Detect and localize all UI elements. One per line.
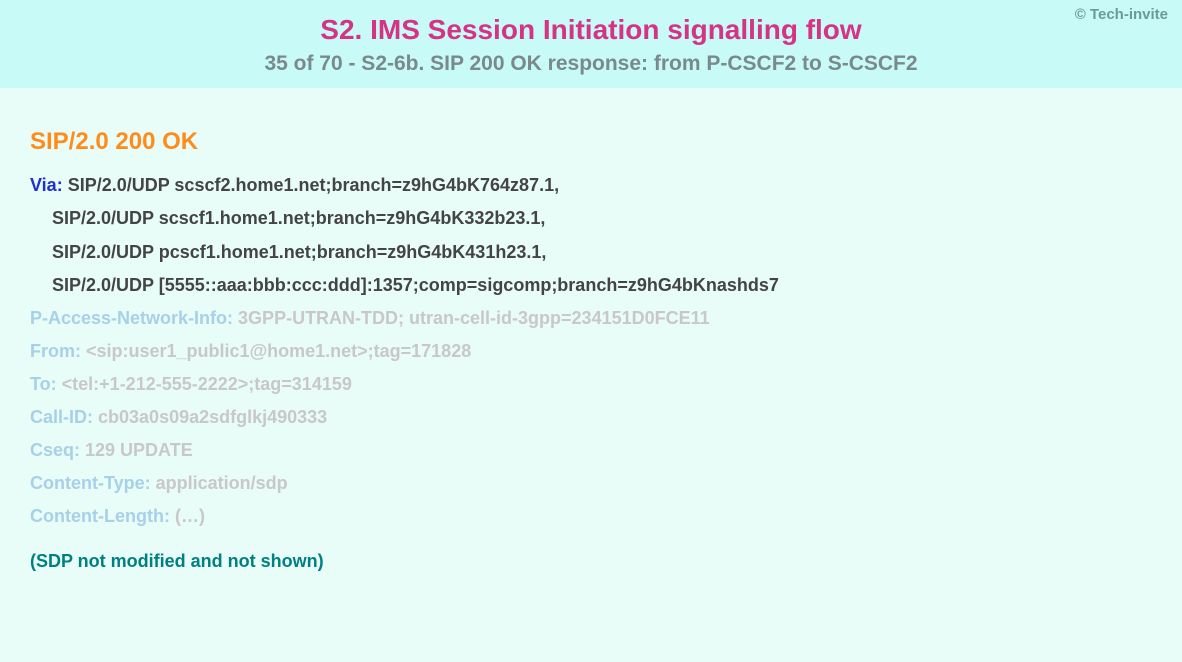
ctype-header-line: Content-Type: application/sdp xyxy=(30,473,1152,494)
callid-header-line: Call-ID: cb03a0s09a2sdfglkj490333 xyxy=(30,407,1152,428)
page-title: S2. IMS Session Initiation signalling fl… xyxy=(20,14,1162,46)
cseq-header-name: Cseq xyxy=(30,440,74,460)
sip-status-line: SIP/2.0 200 OK xyxy=(30,128,1152,156)
sip-message-block: SIP/2.0 200 OK Via: SIP/2.0/UDP scscf2.h… xyxy=(0,88,1182,592)
pani-header-name: P-Access-Network-Info xyxy=(30,308,227,328)
from-header-val: <sip:user1_public1@home1.net>;tag=171828 xyxy=(86,341,471,361)
sdp-note: (SDP not modified and not shown) xyxy=(30,551,1152,572)
ctype-header-name: Content-Type xyxy=(30,473,145,493)
pani-header-sep: : xyxy=(227,308,238,328)
via-header-sep: : xyxy=(57,175,68,195)
copyright-text: © Tech-invite xyxy=(1075,6,1168,23)
header-bar: © Tech-invite S2. IMS Session Initiation… xyxy=(0,0,1182,88)
ctype-header-sep: : xyxy=(145,473,156,493)
ctype-header-val: application/sdp xyxy=(156,473,288,493)
page-subtitle: 35 of 70 - S2-6b. SIP 200 OK response: f… xyxy=(20,52,1162,76)
via-header-line: Via: SIP/2.0/UDP scscf2.home1.net;branch… xyxy=(30,174,1152,197)
clen-header-name: Content-Length xyxy=(30,506,164,526)
pani-header-line: P-Access-Network-Info: 3GPP-UTRAN-TDD; u… xyxy=(30,308,1152,329)
via-header-val-3: SIP/2.0/UDP pcscf1.home1.net;branch=z9hG… xyxy=(52,241,1152,264)
via-header-val-1: SIP/2.0/UDP scscf2.home1.net;branch=z9hG… xyxy=(68,175,559,195)
cseq-header-line: Cseq: 129 UPDATE xyxy=(30,440,1152,461)
callid-header-sep: : xyxy=(87,407,98,427)
callid-header-val: cb03a0s09a2sdfglkj490333 xyxy=(98,407,327,427)
clen-header-val: (…) xyxy=(175,506,205,526)
to-header-name: To xyxy=(30,374,51,394)
from-header-name: From xyxy=(30,341,75,361)
cseq-header-val: 129 UPDATE xyxy=(85,440,193,460)
cseq-header-sep: : xyxy=(74,440,85,460)
callid-header-name: Call-ID xyxy=(30,407,87,427)
clen-header-line: Content-Length: (…) xyxy=(30,506,1152,527)
via-header-val-4: SIP/2.0/UDP [5555::aaa:bbb:ccc:ddd]:1357… xyxy=(52,274,1152,297)
pani-header-val: 3GPP-UTRAN-TDD; utran-cell-id-3gpp=23415… xyxy=(238,308,710,328)
clen-header-sep: : xyxy=(164,506,175,526)
via-header-val-2: SIP/2.0/UDP scscf1.home1.net;branch=z9hG… xyxy=(52,207,1152,230)
from-header-line: From: <sip:user1_public1@home1.net>;tag=… xyxy=(30,341,1152,362)
from-header-sep: : xyxy=(75,341,86,361)
to-header-line: To: <tel:+1-212-555-2222>;tag=314159 xyxy=(30,374,1152,395)
to-header-sep: : xyxy=(51,374,62,394)
to-header-val: <tel:+1-212-555-2222>;tag=314159 xyxy=(62,374,352,394)
via-header-name: Via xyxy=(30,175,57,195)
